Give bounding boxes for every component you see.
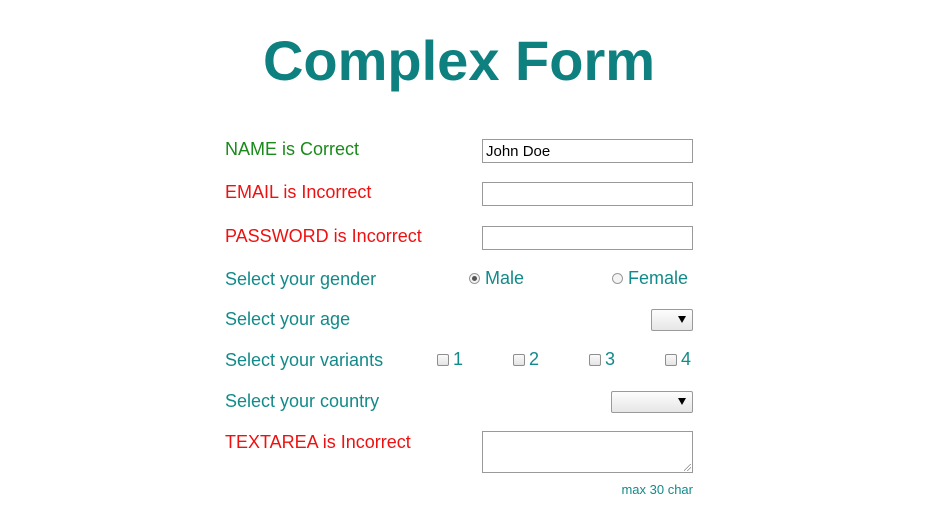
name-input[interactable] xyxy=(482,139,693,163)
country-label: Select your country xyxy=(225,391,380,411)
email-label: EMAIL is Incorrect xyxy=(225,182,372,202)
name-label: NAME is Correct xyxy=(225,139,360,159)
variant-option-2[interactable]: 2 xyxy=(513,349,539,370)
age-select[interactable] xyxy=(651,309,693,331)
resize-grip-icon[interactable] xyxy=(684,464,691,471)
variant-option-label: 1 xyxy=(453,349,464,369)
variant-option-4[interactable]: 4 xyxy=(665,349,691,370)
chevron-down-icon xyxy=(678,398,686,405)
checkbox-1[interactable] xyxy=(437,353,449,366)
gender-label: Select your gender xyxy=(225,269,377,289)
variants-label: Select your variants xyxy=(225,350,384,370)
country-select[interactable] xyxy=(611,391,693,413)
password-input[interactable] xyxy=(482,226,693,250)
variant-option-3[interactable]: 3 xyxy=(589,349,615,370)
comment-textarea[interactable] xyxy=(482,431,693,473)
gender-option-label: Male xyxy=(485,268,525,288)
gender-option-label: Female xyxy=(628,268,689,288)
email-input[interactable] xyxy=(482,182,693,206)
gender-option-female[interactable]: Female xyxy=(612,268,688,289)
gender-option-male[interactable]: Male xyxy=(469,268,524,289)
password-label: PASSWORD is Incorrect xyxy=(225,226,422,246)
checkbox-4[interactable] xyxy=(665,353,677,366)
page-title: Complex Form xyxy=(262,29,656,92)
variant-option-label: 4 xyxy=(681,349,692,369)
radio-female[interactable] xyxy=(612,273,623,284)
textarea-label: TEXTAREA is Incorrect xyxy=(225,432,411,452)
checkbox-3[interactable] xyxy=(589,353,601,366)
age-label: Select your age xyxy=(225,309,351,329)
variant-option-1[interactable]: 1 xyxy=(437,349,463,370)
checkbox-2[interactable] xyxy=(513,353,525,366)
textarea-hint: max 30 char xyxy=(621,482,693,497)
variant-option-label: 2 xyxy=(529,349,540,369)
variant-option-label: 3 xyxy=(605,349,616,369)
radio-male[interactable] xyxy=(469,273,480,284)
chevron-down-icon xyxy=(678,316,686,323)
